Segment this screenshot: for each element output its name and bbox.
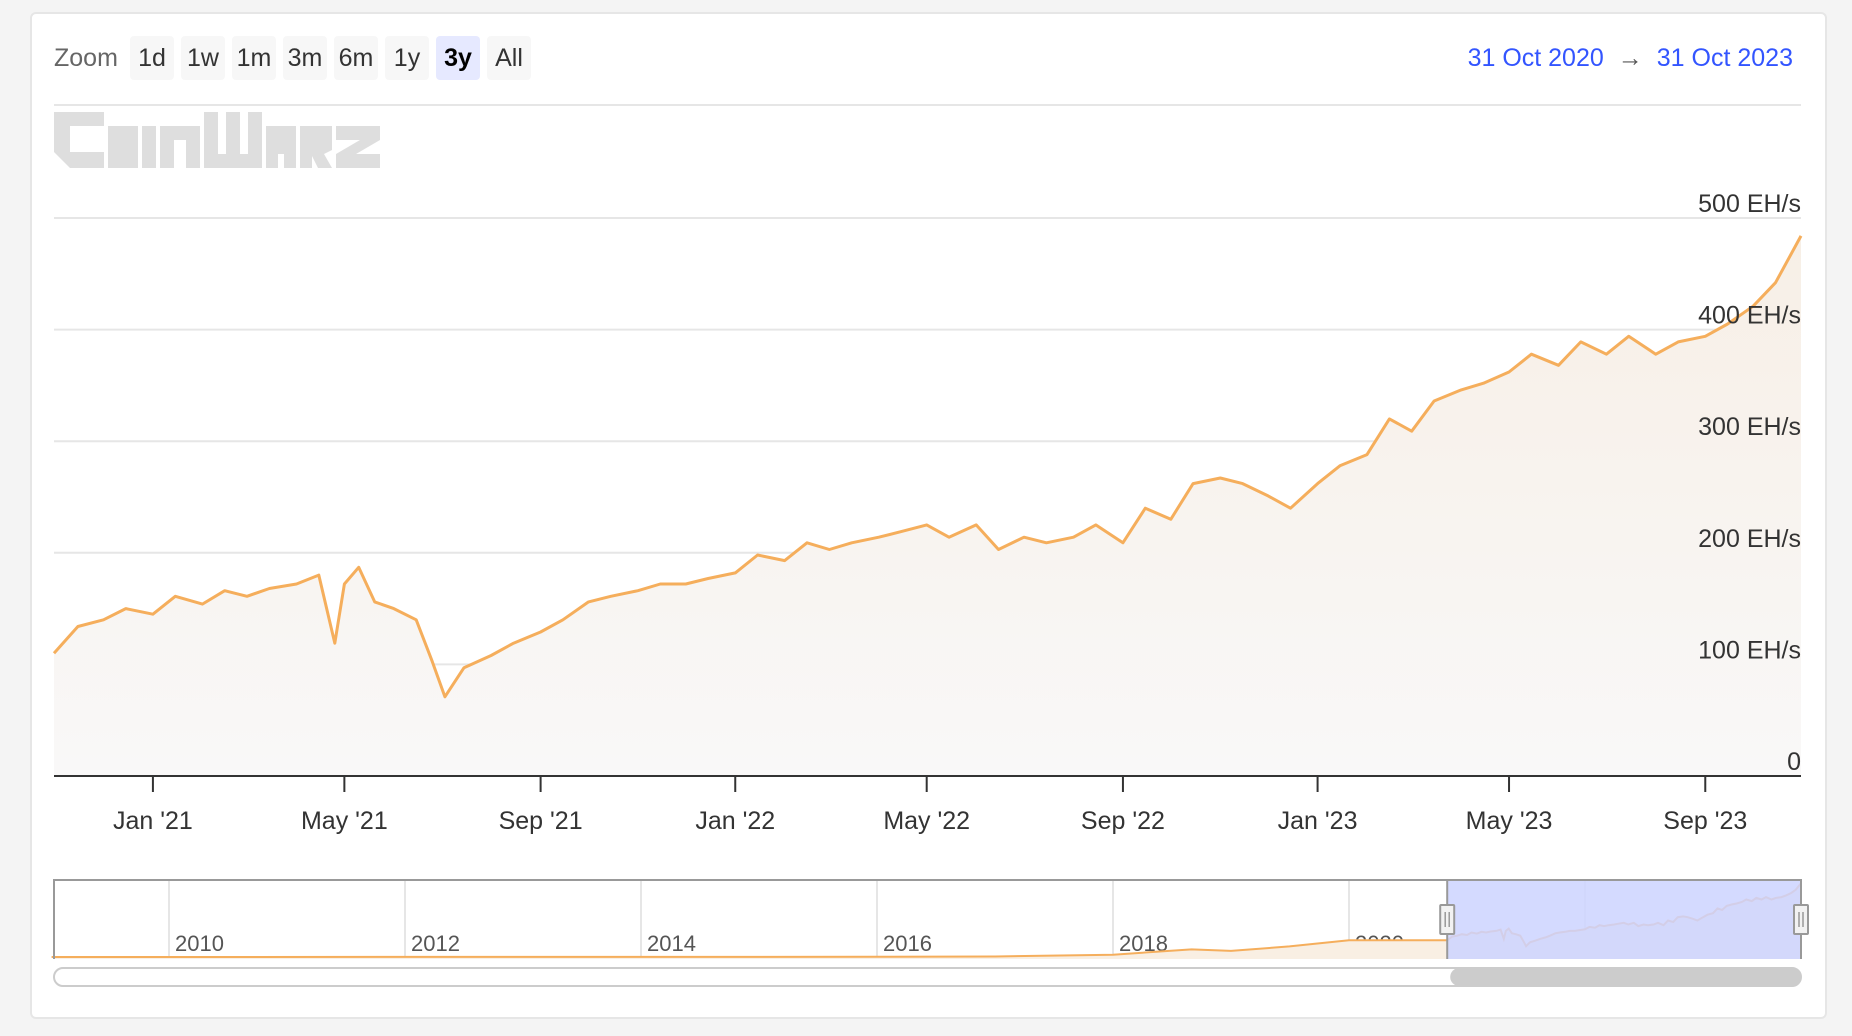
x-tick-label: Sep '23: [1663, 807, 1747, 835]
x-tick-label: Jan '21: [113, 807, 193, 835]
navigator-year-label: 2016: [883, 931, 932, 956]
x-tick-label: Jan '22: [695, 807, 775, 835]
scrollbar-thumb[interactable]: [1450, 968, 1801, 986]
y-tick-label: 0: [1787, 748, 1801, 776]
navigator-year-label: 2014: [647, 931, 696, 956]
navigator[interactable]: 2010201220142016201820202022: [51, 879, 1809, 959]
x-tick-label: Sep '21: [499, 807, 583, 835]
x-tick-label: Jan '23: [1278, 807, 1358, 835]
navigator-handle-right[interactable]: [1793, 904, 1809, 935]
navigator-year-label: 2010: [175, 931, 224, 956]
navigator-selection[interactable]: [1447, 880, 1801, 959]
navigator-handle-left[interactable]: [1439, 904, 1456, 935]
y-tick-label: 500 EH/s: [1698, 190, 1801, 218]
y-tick-label: 200 EH/s: [1698, 525, 1801, 553]
y-tick-label: 100 EH/s: [1698, 636, 1801, 664]
hashrate-chart: 0 100 EH/s 200 EH/s 300 EH/s 400 EH/s 500 EH/…: [51, 112, 1809, 987]
navigator-year-label: 2012: [411, 931, 460, 956]
x-tick-label: Sep '22: [1081, 807, 1165, 835]
x-tick-label: May '23: [1466, 807, 1553, 835]
coinwarz-logo: [54, 112, 380, 168]
x-tick-label: May '21: [301, 807, 388, 835]
y-tick-label: 300 EH/s: [1698, 413, 1801, 441]
hashrate-area: [54, 235, 1801, 776]
y-tick-label: 400 EH/s: [1698, 302, 1801, 330]
x-tick-label: May '22: [883, 807, 970, 835]
